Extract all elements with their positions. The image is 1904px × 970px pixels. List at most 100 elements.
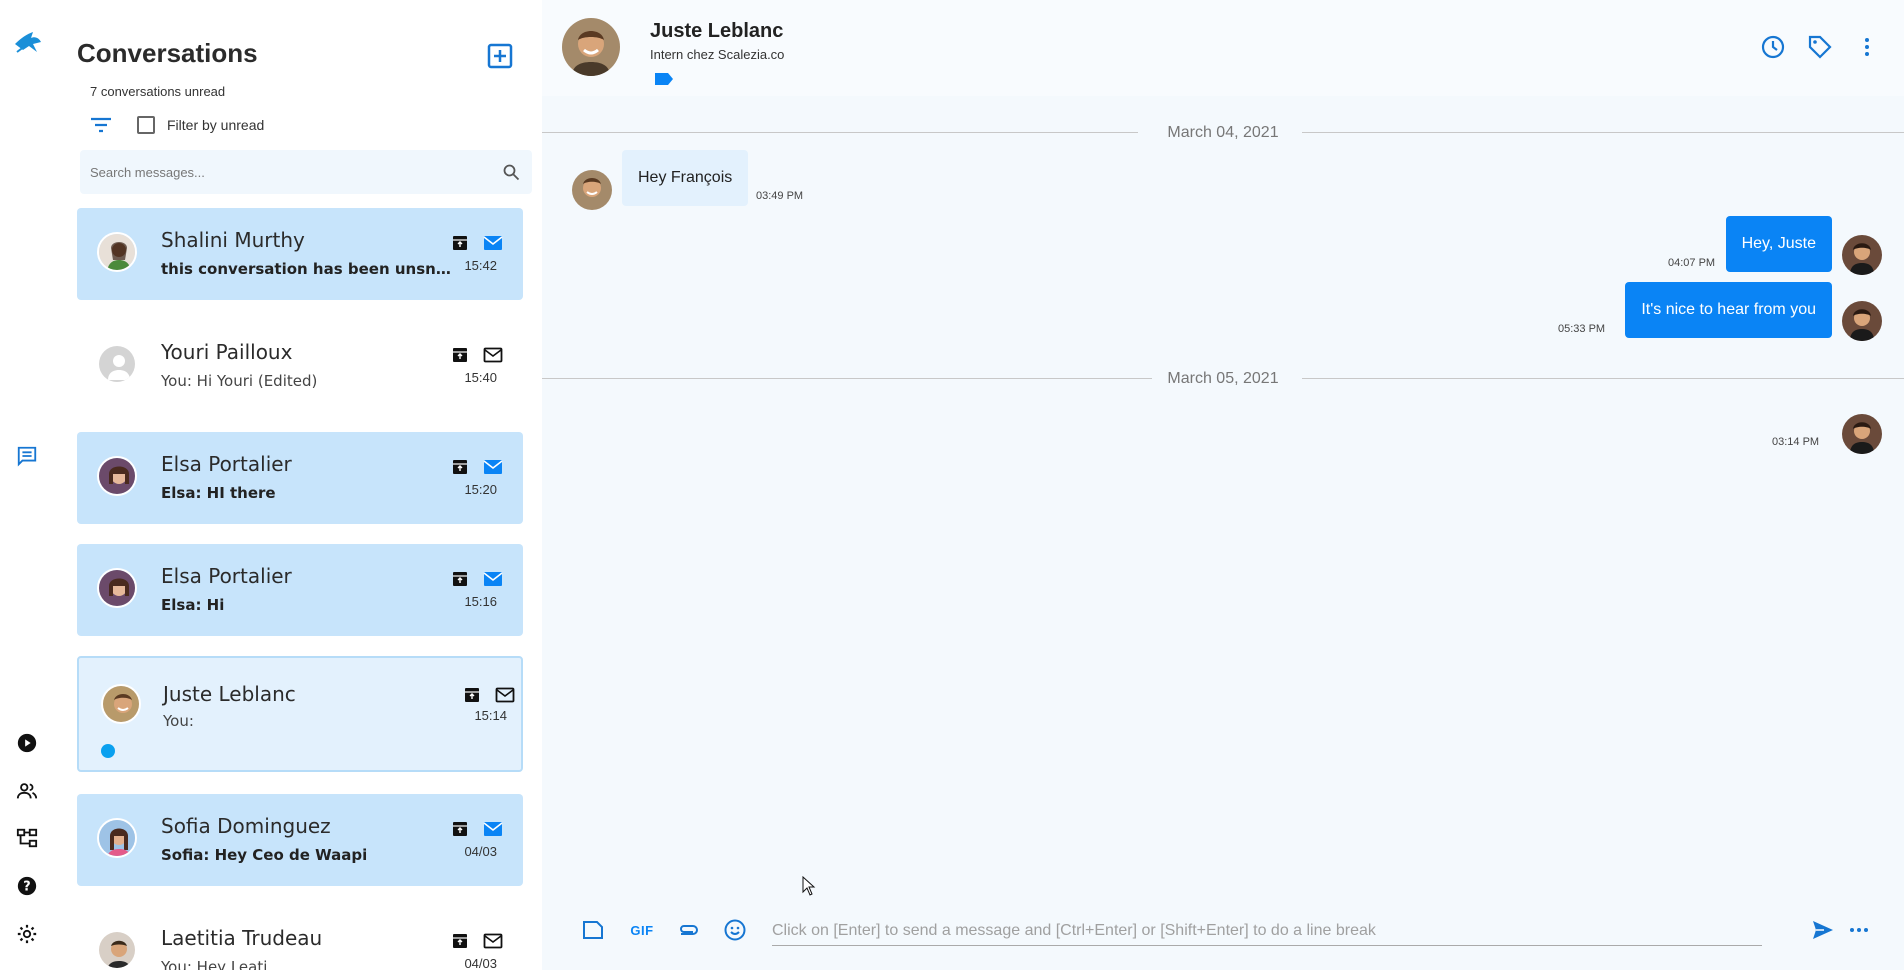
- archive-icon[interactable]: [451, 932, 469, 950]
- message-preview: You:: [163, 712, 194, 730]
- message-preview: Elsa: HI there: [161, 484, 276, 502]
- settings-gear-icon[interactable]: [12, 919, 42, 949]
- tag-icon[interactable]: [1807, 34, 1833, 60]
- contact-name-header: Juste Leblanc: [650, 20, 784, 42]
- contact-avatar-small: [572, 170, 612, 210]
- date-separator: March 05, 2021: [542, 368, 1904, 388]
- message-input[interactable]: [772, 916, 1762, 946]
- message-bubble-outgoing[interactable]: It's nice to hear from you: [1625, 282, 1832, 338]
- contact-name: Sofia Dominguez: [161, 814, 331, 838]
- message-time: 15:14: [474, 708, 507, 723]
- mail-outline-icon[interactable]: [483, 932, 503, 950]
- date-label: March 04, 2021: [1167, 124, 1279, 141]
- message-bubble-incoming[interactable]: Hey François: [622, 150, 749, 206]
- conversation-item[interactable]: Laetitia Trudeau You: Hey Leati 04/03: [77, 906, 523, 970]
- mail-icon[interactable]: [483, 458, 503, 476]
- date-label: March 05, 2021: [1167, 370, 1279, 387]
- contact-name: Juste Leblanc: [163, 682, 296, 706]
- nav-rail: ?: [0, 0, 56, 970]
- avatar: [97, 568, 137, 608]
- contact-name: Elsa Portalier: [161, 452, 292, 476]
- clock-snooze-icon[interactable]: [1760, 34, 1786, 60]
- conversation-item[interactable]: Elsa Portalier Elsa: Hi 15:16: [77, 544, 523, 636]
- gif-button[interactable]: GIF: [626, 918, 658, 942]
- message-time: 15:20: [464, 482, 497, 497]
- messages-nav-icon[interactable]: [12, 441, 42, 471]
- workflow-icon[interactable]: [12, 823, 42, 853]
- help-icon[interactable]: ?: [12, 871, 42, 901]
- avatar: [97, 344, 137, 384]
- message-preview: You: Hey Leati: [161, 958, 268, 970]
- conversations-panel: Conversations 7 conversations unread Fil…: [64, 0, 540, 970]
- message-time: 04/03: [464, 956, 497, 970]
- conversation-item[interactable]: Youri Pailloux You: Hi Youri (Edited) 15…: [77, 320, 523, 412]
- contact-name: Laetitia Trudeau: [161, 926, 323, 950]
- mail-icon[interactable]: [483, 234, 503, 252]
- date-separator: March 04, 2021: [542, 122, 1904, 142]
- user-avatar: [1842, 301, 1882, 341]
- message-preview: Elsa: Hi: [161, 596, 225, 614]
- contact-name: Youri Pailloux: [161, 340, 293, 364]
- archive-icon[interactable]: [451, 346, 469, 364]
- filter-icon[interactable]: [88, 114, 114, 136]
- message-preview: this conversation has been unsnoo...: [161, 260, 451, 278]
- contact-name: Shalini Murthy: [161, 228, 305, 252]
- mail-outline-icon[interactable]: [495, 686, 515, 704]
- chat-area: Juste Leblanc Intern chez Scalezia.co Ma…: [542, 0, 1904, 970]
- app-logo-icon[interactable]: [11, 28, 45, 62]
- search-box: [80, 150, 532, 194]
- avatar: [97, 456, 137, 496]
- message-timestamp: 03:49 PM: [756, 190, 804, 202]
- app-root: ? Conversations 7 conversations unread F…: [0, 0, 1904, 970]
- archive-icon[interactable]: [451, 820, 469, 838]
- archive-icon[interactable]: [451, 458, 469, 476]
- new-conversation-button[interactable]: [484, 40, 516, 72]
- search-icon[interactable]: [502, 163, 520, 181]
- message-preview: Sofia: Hey Ceo de Waapi: [161, 846, 368, 864]
- more-vertical-icon[interactable]: [1854, 34, 1880, 60]
- avatar: [97, 232, 137, 272]
- send-icon[interactable]: [1810, 918, 1836, 942]
- user-avatar: [1842, 235, 1882, 275]
- user-avatar: [1842, 414, 1882, 454]
- message-time: 15:42: [464, 258, 497, 273]
- more-horizontal-icon[interactable]: [1846, 918, 1872, 942]
- avatar: [101, 684, 141, 724]
- conversation-item-active[interactable]: Juste Leblanc You: 15:14: [77, 656, 523, 772]
- message-composer: GIF: [542, 890, 1904, 970]
- contact-subtitle: Intern chez Scalezia.co: [650, 47, 785, 62]
- archive-icon[interactable]: [463, 686, 481, 704]
- message-preview: You: Hi Youri (Edited): [161, 372, 318, 390]
- avatar: [97, 818, 137, 858]
- mail-icon[interactable]: [483, 820, 503, 838]
- conversation-item[interactable]: Elsa Portalier Elsa: HI there 15:20: [77, 432, 523, 524]
- message-time: 15:16: [464, 594, 497, 609]
- attachment-icon[interactable]: [676, 918, 702, 942]
- message-timestamp: 03:14 PM: [1772, 436, 1820, 448]
- message-bubble-outgoing[interactable]: Hey, Juste: [1725, 216, 1832, 272]
- online-status-dot: [101, 744, 115, 758]
- message-time: 04/03: [464, 844, 497, 859]
- archive-icon[interactable]: [451, 570, 469, 588]
- conversation-item[interactable]: Sofia Dominguez Sofia: Hey Ceo de Waapi …: [77, 794, 523, 886]
- mail-icon[interactable]: [483, 570, 503, 588]
- mail-outline-icon[interactable]: [483, 346, 503, 364]
- panel-title: Conversations: [77, 38, 258, 68]
- tag-label-icon[interactable]: [654, 72, 674, 86]
- mouse-cursor-icon: [802, 876, 816, 896]
- template-icon[interactable]: [580, 918, 606, 942]
- archive-icon[interactable]: [451, 234, 469, 252]
- filter-unread-checkbox[interactable]: [137, 116, 155, 134]
- message-time: 15:40: [464, 370, 497, 385]
- chat-header: Juste Leblanc Intern chez Scalezia.co: [542, 0, 1904, 96]
- search-input[interactable]: [90, 150, 490, 194]
- contacts-icon[interactable]: [12, 776, 42, 806]
- contact-name: Elsa Portalier: [161, 564, 292, 588]
- filter-unread-label: Filter by unread: [167, 117, 265, 133]
- play-circle-icon[interactable]: [12, 728, 42, 758]
- svg-text:?: ?: [23, 880, 30, 895]
- conversation-item[interactable]: Shalini Murthy this conversation has bee…: [77, 208, 523, 300]
- contact-avatar[interactable]: [562, 18, 620, 76]
- message-timestamp: 04:07 PM: [1668, 257, 1716, 269]
- emoji-icon[interactable]: [722, 918, 748, 942]
